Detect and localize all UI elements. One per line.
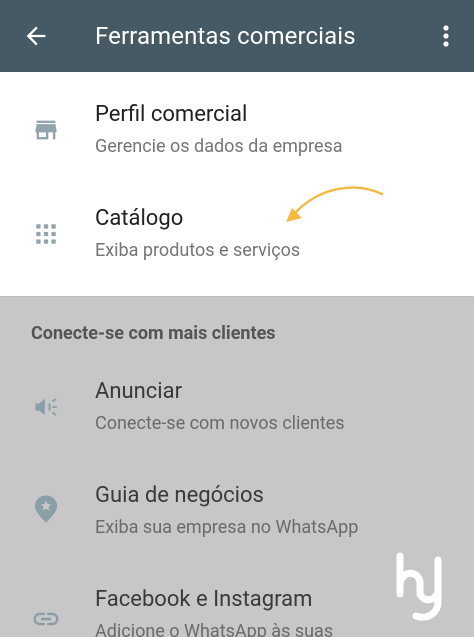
store-icon bbox=[30, 114, 62, 146]
link-icon bbox=[30, 603, 62, 635]
app-bar: Ferramentas comerciais bbox=[0, 0, 474, 72]
page-title: Ferramentas comerciais bbox=[95, 22, 356, 50]
grid-icon bbox=[30, 218, 62, 250]
list-item-title: Perfil comercial bbox=[95, 102, 248, 127]
list-item-subtitle: Gerencie os dados da empresa bbox=[95, 136, 343, 157]
list-item-title: Facebook e Instagram bbox=[95, 587, 313, 612]
list-item-subtitle: Exiba produtos e serviços bbox=[95, 240, 301, 261]
arrow-left-icon[interactable] bbox=[22, 22, 50, 50]
list-item-subtitle: Exiba sua empresa no WhatsApp bbox=[95, 517, 359, 538]
map-pin-star-icon bbox=[30, 493, 62, 525]
megaphone-icon bbox=[30, 391, 62, 423]
more-vertical-icon[interactable] bbox=[436, 22, 456, 50]
list-item-subtitle: Adicione o WhatsApp às suas bbox=[95, 621, 334, 637]
list-item-subtitle: Conecte-se com novos clientes bbox=[95, 413, 345, 434]
section-header: Conecte-se com mais clientes bbox=[31, 323, 276, 344]
business-tools-list: Perfil comercial Gerencie os dados da em… bbox=[0, 72, 474, 296]
list-item-guia-de-negocios[interactable]: Guia de negócios Exiba sua empresa no Wh… bbox=[0, 459, 474, 563]
list-item-catalogo[interactable]: Catálogo Exiba produtos e serviços bbox=[0, 176, 474, 280]
list-item-title: Catálogo bbox=[95, 206, 184, 231]
list-item-title: Guia de negócios bbox=[95, 483, 264, 508]
curved-arrow-annotation bbox=[286, 186, 384, 222]
hj-watermark-logo bbox=[396, 552, 442, 621]
list-item-title: Anunciar bbox=[95, 379, 183, 404]
list-item-perfil-comercial[interactable]: Perfil comercial Gerencie os dados da em… bbox=[0, 72, 474, 176]
list-item-anunciar[interactable]: Anunciar Conecte-se com novos clientes bbox=[0, 355, 474, 459]
